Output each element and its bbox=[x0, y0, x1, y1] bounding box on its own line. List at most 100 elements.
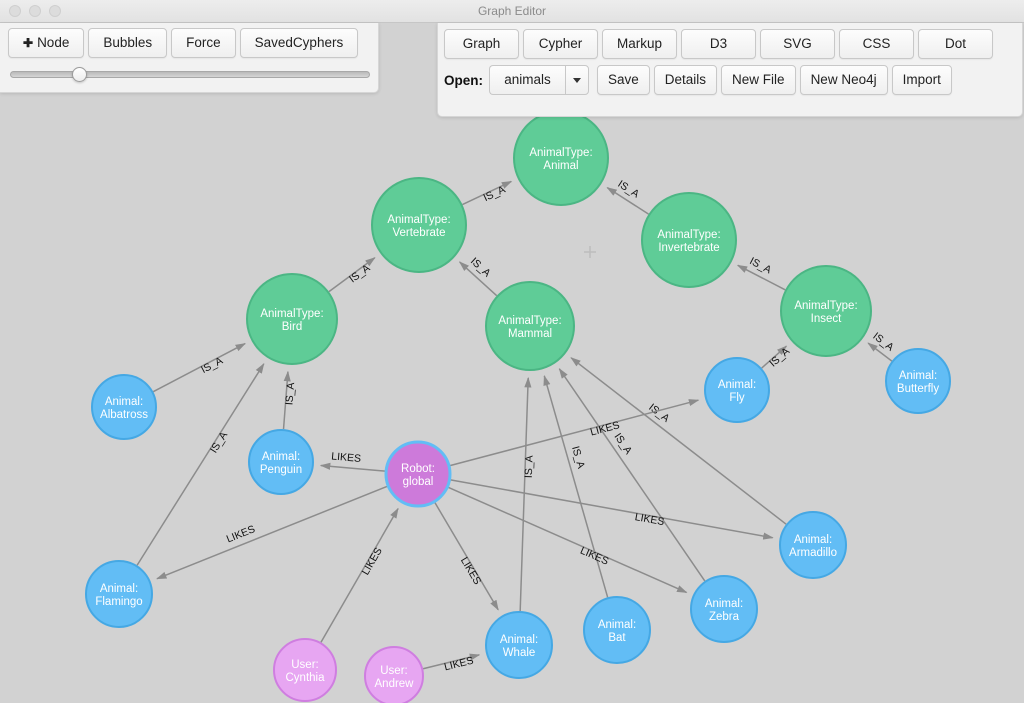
edge-label: IS_A bbox=[468, 255, 493, 279]
saved-cyphers-button[interactable]: SavedCyphers bbox=[239, 28, 359, 58]
edges-layer: IS_A IS_A IS_A IS_A IS_A IS_A IS_A IS_A IS_A IS_A… bbox=[136, 178, 896, 674]
graph-node-insect[interactable]: AnimalType:Insect bbox=[780, 265, 872, 357]
new-neo4j-button[interactable]: New Neo4j bbox=[799, 65, 888, 95]
tab-dot[interactable]: Dot bbox=[918, 29, 993, 59]
graph-edge[interactable]: LIKES bbox=[319, 450, 386, 472]
node-circle[interactable] bbox=[91, 374, 157, 440]
tab-graph[interactable]: Graph bbox=[444, 29, 519, 59]
graph-node-cynthia[interactable]: User:Cynthia bbox=[273, 638, 337, 702]
graph-node-bat[interactable]: Animal:Bat bbox=[583, 596, 651, 664]
graph-edge[interactable]: IS_A bbox=[761, 345, 792, 370]
node-circle[interactable] bbox=[779, 511, 847, 579]
graph-node-butterfly[interactable]: Animal:Butterfly bbox=[885, 348, 951, 414]
graph-node-bird[interactable]: AnimalType:Bird bbox=[246, 273, 338, 365]
edge-label: LIKES bbox=[225, 523, 257, 545]
graph-node-andrew[interactable]: User:Andrew bbox=[364, 646, 424, 703]
node-circle[interactable] bbox=[513, 110, 609, 206]
graph-node-zebra[interactable]: Animal:Zebra bbox=[690, 575, 758, 643]
graph-node-robot[interactable]: Robot:global bbox=[384, 440, 452, 508]
edge-label: LIKES bbox=[331, 450, 362, 465]
graph-edge[interactable]: LIKES bbox=[449, 399, 700, 467]
edge-label: IS_A bbox=[870, 330, 895, 353]
save-button[interactable]: Save bbox=[597, 65, 650, 95]
edge-label: IS_A bbox=[611, 431, 634, 457]
edge-label: IS_A bbox=[767, 345, 792, 369]
node-circle[interactable] bbox=[641, 192, 737, 288]
left-toolbar-panel: Node Bubbles Force SavedCyphers bbox=[0, 23, 379, 93]
open-file-value[interactable]: animals bbox=[489, 65, 565, 95]
graph-edge[interactable]: IS_A bbox=[282, 370, 297, 430]
graph-edge[interactable]: IS_A bbox=[558, 368, 706, 582]
graph-edge[interactable]: LIKES bbox=[450, 479, 774, 540]
node-circle[interactable] bbox=[704, 357, 770, 423]
graph-edge[interactable]: LIKES bbox=[422, 653, 481, 674]
edge-label: LIKES bbox=[458, 555, 483, 587]
details-button[interactable]: Details bbox=[653, 65, 718, 95]
tab-svg[interactable]: SVG bbox=[760, 29, 835, 59]
open-file-select[interactable]: animals bbox=[489, 65, 589, 95]
edge-label: IS_A bbox=[569, 445, 587, 470]
tab-d3[interactable]: D3 bbox=[681, 29, 756, 59]
graph-node-whale[interactable]: Animal:Whale bbox=[485, 611, 553, 679]
graph-editor-window: Graph Editor IS_A IS_A IS_A IS_A IS_A IS_A IS_… bbox=[0, 0, 1024, 703]
node-circle[interactable] bbox=[885, 348, 951, 414]
node-circle[interactable] bbox=[85, 560, 153, 628]
crosshair-marker bbox=[584, 246, 596, 258]
graph-node-fly[interactable]: Animal:Fly bbox=[704, 357, 770, 423]
node-circle[interactable] bbox=[273, 638, 337, 702]
graph-edge[interactable]: IS_A bbox=[462, 180, 513, 206]
graph-edge[interactable]: IS_A bbox=[867, 330, 896, 362]
graph-edge[interactable]: IS_A bbox=[543, 374, 609, 598]
chevron-down-icon[interactable] bbox=[565, 65, 589, 95]
node-circle[interactable] bbox=[485, 611, 553, 679]
graph-edge[interactable]: IS_A bbox=[152, 342, 246, 393]
force-button[interactable]: Force bbox=[171, 28, 236, 58]
graph-edge[interactable]: IS_A bbox=[458, 255, 498, 297]
graph-node-armadillo[interactable]: Animal:Armadillo bbox=[779, 511, 847, 579]
node-circle[interactable] bbox=[246, 273, 338, 365]
view-tabs: Graph Cypher Markup D3 SVG CSS Dot bbox=[444, 29, 1016, 59]
open-label: Open: bbox=[444, 72, 483, 88]
node-circle[interactable] bbox=[364, 646, 424, 703]
node-circle[interactable] bbox=[371, 177, 467, 273]
add-node-button[interactable]: Node bbox=[8, 28, 85, 58]
zoom-slider-thumb[interactable] bbox=[72, 67, 88, 82]
edge-label: IS_A bbox=[616, 178, 642, 200]
graph-edge[interactable]: LIKES bbox=[320, 507, 399, 643]
import-button[interactable]: Import bbox=[891, 65, 952, 95]
new-file-button[interactable]: New File bbox=[721, 65, 796, 95]
graph-edge[interactable]: LIKES bbox=[156, 485, 388, 580]
zoom-slider[interactable] bbox=[10, 67, 370, 82]
graph-node-invertebrate[interactable]: AnimalType:Invertebrate bbox=[641, 192, 737, 288]
node-circle[interactable] bbox=[583, 596, 651, 664]
edge-label: IS_A bbox=[347, 262, 372, 285]
graph-canvas[interactable]: IS_A IS_A IS_A IS_A IS_A IS_A IS_A IS_A IS_A IS_A… bbox=[0, 23, 1024, 703]
graph-edge[interactable]: IS_A bbox=[328, 257, 376, 293]
nodes-layer[interactable]: AnimalType:AnimalAnimalType:Vertebrate An… bbox=[85, 110, 951, 703]
node-circle[interactable] bbox=[690, 575, 758, 643]
graph-edge[interactable]: IS_A bbox=[606, 178, 649, 215]
left-toolbar-buttons: Node Bubbles Force SavedCyphers bbox=[8, 28, 370, 58]
graph-edge[interactable]: IS_A bbox=[736, 255, 786, 291]
tab-css[interactable]: CSS bbox=[839, 29, 914, 59]
graph-node-animal[interactable]: AnimalType:Animal bbox=[513, 110, 609, 206]
graph-node-flamingo[interactable]: Animal:Flamingo bbox=[85, 560, 153, 628]
edge-label: IS_A bbox=[208, 430, 230, 456]
node-circle[interactable] bbox=[485, 281, 575, 371]
graph-node-penguin[interactable]: Animal:Penguin bbox=[248, 429, 314, 495]
graph-node-vertebrate[interactable]: AnimalType:Vertebrate bbox=[371, 177, 467, 273]
node-circle[interactable] bbox=[780, 265, 872, 357]
graph-edge[interactable]: LIKES bbox=[434, 502, 499, 611]
node-circle[interactable] bbox=[248, 429, 314, 495]
edge-label: LIKES bbox=[360, 546, 385, 578]
bubbles-button[interactable]: Bubbles bbox=[88, 28, 168, 58]
graph-node-albatross[interactable]: Animal:Albatross bbox=[91, 374, 157, 440]
right-toolbar-panel: Graph Cypher Markup D3 SVG CSS Dot Open: anima… bbox=[437, 23, 1023, 117]
zoom-slider-track[interactable] bbox=[10, 71, 370, 78]
graph-edge[interactable]: IS_A bbox=[136, 362, 265, 566]
node-circle[interactable] bbox=[384, 440, 452, 508]
tab-cypher[interactable]: Cypher bbox=[523, 29, 598, 59]
file-actions-row: Open: animals Save Details New File New Neo… bbox=[444, 65, 1016, 95]
graph-node-mammal[interactable]: AnimalType:Mammal bbox=[485, 281, 575, 371]
tab-markup[interactable]: Markup bbox=[602, 29, 677, 59]
